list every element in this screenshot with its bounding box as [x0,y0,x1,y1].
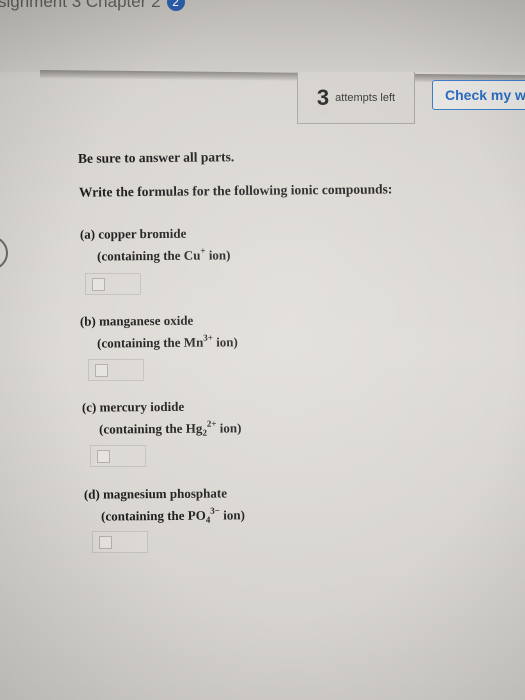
instruction-write-formulas: Write the formulas for the following ion… [78,181,393,200]
part-a-hint-end: ion) [205,247,231,263]
part-b-hint-charge: 3+ [203,332,213,343]
answer-c-placeholder-icon [97,450,110,463]
part-c-hint-text: (containing the Hg [99,420,203,437]
part-b-hint: (containing the Mn3+ ion) [97,332,238,351]
part-a-hint-text: (containing the Cu [97,247,201,264]
answer-input-c[interactable] [90,445,146,467]
part-c-hint: (containing the Hg22+ ion) [99,418,242,438]
question-panel: Be sure to answer all parts. Write the f… [0,0,525,700]
part-b-hint-text: (containing the Mn [97,334,204,351]
part-d-hint-text: (containing the PO [101,507,206,524]
part-c-hint-subscript: 2 [202,427,207,438]
part-a: (a) copper bromide (containing the Cu+ i… [80,225,231,264]
instruction-answer-all: Be sure to answer all parts. [77,149,235,166]
part-d-hint: (containing the PO43− ion) [101,505,245,525]
part-c: (c) mercury iodide (containing the Hg22+… [82,398,242,438]
answer-input-d[interactable] [92,531,148,553]
part-d-hint-charge: 3− [210,505,220,516]
part-d-hint-end: ion) [219,507,245,523]
answer-input-b[interactable] [88,359,144,381]
answer-input-a[interactable] [85,273,141,295]
part-b-hint-end: ion) [212,334,238,350]
part-b: (b) manganese oxide (containing the Mn3+… [80,312,238,351]
part-d-hint-subscript: 4 [205,514,211,525]
part-c-label: (c) mercury iodide [81,398,185,415]
part-a-label: (a) copper bromide [79,225,187,242]
answer-b-placeholder-icon [95,364,108,377]
part-c-hint-end: ion) [216,420,242,436]
part-b-label: (b) manganese oxide [79,312,194,329]
answer-d-placeholder-icon [99,536,112,549]
part-d: (d) magnesium phosphate (containing the … [84,485,245,525]
answer-a-placeholder-icon [92,278,105,291]
part-a-hint: (containing the Cu+ ion) [97,245,231,264]
part-d-label: (d) magnesium phosphate [83,485,227,502]
